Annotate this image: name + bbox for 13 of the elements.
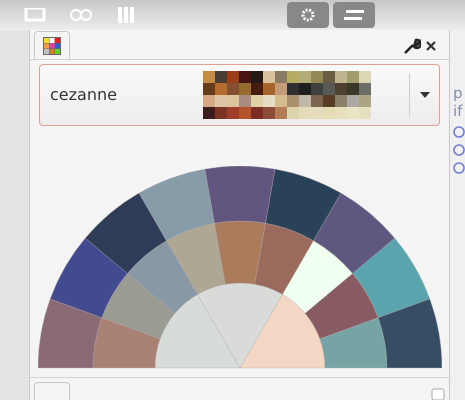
- side-text: p: [453, 84, 464, 102]
- gear-icon: [300, 7, 316, 23]
- palette-dropdown[interactable]: cezanne: [39, 64, 440, 126]
- palette-tab[interactable]: [34, 31, 70, 59]
- close-icon[interactable]: [425, 40, 437, 52]
- color-grid-icon: [43, 36, 61, 54]
- palette-name: cezanne: [50, 84, 118, 106]
- expand-icon[interactable]: [431, 388, 445, 400]
- menu-button[interactable]: [333, 2, 375, 28]
- menu-icon: [343, 9, 365, 21]
- side-text: if: [453, 102, 464, 120]
- settings-button[interactable]: [287, 2, 329, 28]
- caret-icon: [420, 92, 430, 98]
